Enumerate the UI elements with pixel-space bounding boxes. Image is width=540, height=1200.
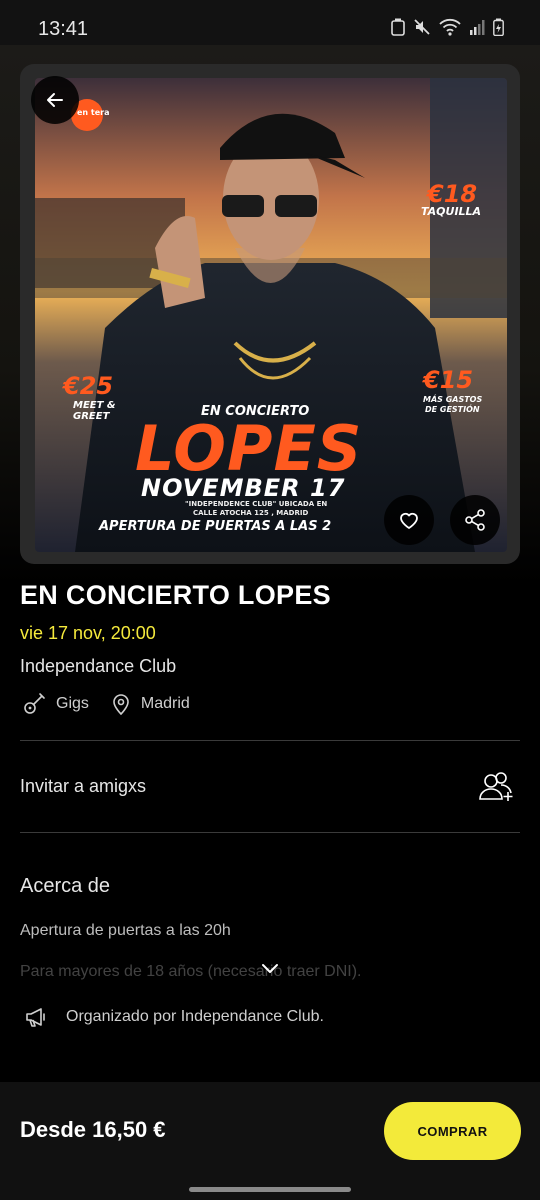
poster-label-meet-1: MEET & bbox=[73, 400, 116, 411]
heart-icon bbox=[400, 512, 418, 529]
poster-label-box-office: TAQUILLA bbox=[421, 205, 482, 218]
home-indicator[interactable] bbox=[189, 1187, 351, 1192]
event-title: EN CONCIERTO LOPES bbox=[20, 580, 331, 610]
expand-about-button[interactable] bbox=[260, 962, 280, 981]
poster-doors: APERTURA DE PUERTAS A LAS 2 bbox=[99, 519, 332, 534]
poster-price-fees: €15 bbox=[423, 366, 474, 394]
megaphone-icon bbox=[26, 1008, 45, 1027]
like-button[interactable] bbox=[384, 495, 434, 545]
divider bbox=[20, 740, 520, 741]
guitar-icon bbox=[24, 693, 45, 714]
chevron-down-icon bbox=[262, 964, 278, 973]
battery-saver-icon bbox=[391, 18, 405, 36]
event-venue[interactable]: Independance Club bbox=[20, 656, 176, 677]
invite-friends-button[interactable] bbox=[478, 770, 516, 807]
poster-venue-line-2: CALLE ATOCHA 125 , MADRID bbox=[193, 509, 309, 517]
event-tags: Gigs Madrid bbox=[22, 692, 212, 716]
share-icon bbox=[465, 509, 485, 531]
back-button[interactable] bbox=[31, 76, 79, 124]
share-button[interactable] bbox=[450, 495, 500, 545]
poster-label-meet-2: GREET bbox=[73, 411, 110, 422]
location-pin-icon bbox=[113, 694, 129, 716]
status-icons bbox=[391, 18, 504, 36]
event-poster: en tera €18 TAQUILLA €25 MEET & GREET €1… bbox=[35, 78, 507, 552]
poster-brand-badge: en tera bbox=[77, 108, 110, 117]
poster-label-fees-2: DE GESTIÓN bbox=[425, 405, 480, 414]
divider bbox=[20, 832, 520, 833]
poster-date: NOVEMBER 17 bbox=[141, 474, 346, 502]
add-friends-icon bbox=[479, 772, 513, 801]
wifi-icon bbox=[439, 18, 461, 36]
tag-location-label: Madrid bbox=[140, 695, 190, 712]
about-title: Acerca de bbox=[20, 875, 111, 897]
about-text-line: Apertura de puertas a las 20h bbox=[20, 922, 231, 939]
arrow-left-icon bbox=[47, 93, 63, 107]
organizer-text: Organizado por Independance Club. bbox=[66, 1008, 324, 1025]
tag-gigs[interactable]: Gigs bbox=[22, 692, 89, 716]
about-text-line-faded: Para mayores de 18 años (necesario traer… bbox=[20, 963, 362, 980]
buy-button[interactable]: COMPRAR bbox=[384, 1102, 521, 1160]
organizer-row[interactable]: Organizado por Independance Club. bbox=[24, 1006, 324, 1028]
invite-friends-label[interactable]: Invitar a amigxs bbox=[20, 776, 146, 797]
price-from: Desde 16,50 € bbox=[20, 1117, 166, 1142]
status-time: 13:41 bbox=[38, 18, 89, 40]
poster-venue-line-1: "INDEPENDENCE CLUB" UBICADA EN bbox=[185, 500, 328, 508]
poster-price-box-office: €18 bbox=[427, 180, 478, 208]
event-datetime: vie 17 nov, 20:00 bbox=[20, 623, 156, 643]
tag-gigs-label: Gigs bbox=[56, 695, 89, 712]
poster-price-meet: €25 bbox=[63, 372, 114, 400]
mute-icon bbox=[414, 19, 430, 35]
battery-icon bbox=[493, 18, 504, 36]
signal-icon bbox=[470, 20, 485, 35]
tag-location[interactable]: Madrid bbox=[111, 692, 190, 716]
